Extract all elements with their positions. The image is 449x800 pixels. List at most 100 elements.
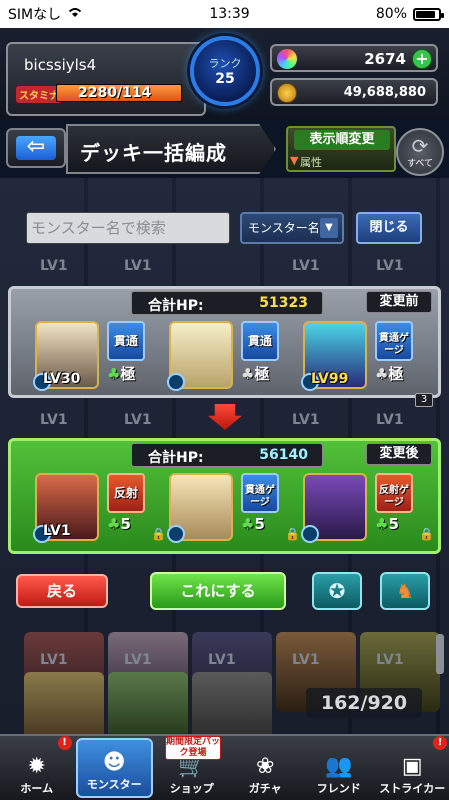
hp-value: 51323 (259, 295, 308, 311)
monster-icon: ☻ (102, 750, 126, 775)
lock-icon: 🔒 (419, 527, 434, 541)
sort-attribute-label: 属性 (300, 156, 322, 169)
deck-before-panel: 合計HP: 51323 変更前 LV30 貫通 ♣極 貫通 ♣極 LV99 貫通… (8, 286, 441, 407)
striker-icon: ▣ (401, 754, 423, 779)
deck-slot-after-1[interactable]: LV1 反射 ♣5 🔒 (33, 473, 167, 549)
ability-badge: 反射 (107, 473, 145, 513)
monster-level: LV1 (292, 652, 320, 668)
nav-label: ホーム (20, 782, 54, 795)
refresh-all-label: すべて (406, 158, 433, 169)
clover-icon: ♣ (375, 365, 389, 383)
refresh-all-button[interactable]: ⟳ すべて (396, 128, 444, 176)
gauge-icon (301, 525, 319, 543)
hp-label: 合計HP: (148, 450, 204, 466)
deck-slot-after-2[interactable]: 貫通ゲージ ♣5 🔒 (167, 473, 301, 549)
monster-level: LV1 (208, 652, 236, 668)
search-type-value: モンスター名 (248, 221, 320, 235)
ability-badge: 貫通ゲージ (375, 321, 413, 361)
player-header: bicssiyls4 スタミナ 2280/114 ランク 25 2674 + 4… (0, 28, 449, 120)
back-button[interactable]: 戻る (16, 574, 108, 608)
plus-value: ♣5 (241, 515, 265, 533)
nav-shop[interactable]: 期間限定パック登場 🛒 ショップ (155, 736, 229, 800)
medal-icon: ✪ (328, 579, 346, 603)
plus-value: ♣極 (241, 365, 270, 383)
lock-icon: 🔒 (151, 527, 166, 541)
clock: 13:39 (209, 6, 250, 22)
alert-badge: ! (433, 736, 447, 750)
player-name: bicssiyls4 (24, 56, 97, 74)
add-orbs-button[interactable]: + (412, 49, 432, 69)
monster-level: LV1 (376, 412, 404, 428)
plus-value: ♣5 (107, 515, 131, 533)
rank-label: ランク (208, 57, 242, 70)
search-type-select[interactable]: モンスター名 ▼ (240, 212, 344, 244)
gold-value: 49,688,880 (343, 85, 426, 100)
status-bar: SIMなし 13:39 80% (0, 0, 449, 28)
clover-icon: ♣ (241, 515, 255, 533)
scrollbar[interactable] (436, 634, 444, 674)
coin-icon (277, 83, 297, 103)
confirm-button[interactable]: これにする (150, 572, 286, 610)
dragon-icon-button[interactable]: ♞ (380, 572, 430, 610)
close-search-button[interactable]: 閉じる (356, 212, 422, 244)
orb-icon (277, 49, 297, 69)
state-before-tag: 変更前 (366, 291, 432, 313)
nav-friend[interactable]: 👥 フレンド (302, 736, 376, 800)
clover-icon: ♣ (375, 515, 389, 533)
monster-level: LV1 (292, 412, 320, 428)
monster-search-input[interactable] (26, 212, 230, 244)
clover-icon: ♣ (107, 365, 121, 383)
monster-level: LV1 (124, 412, 152, 428)
chevron-down-icon: ▼ (320, 218, 338, 238)
nav-gacha[interactable]: ❀ ガチャ (229, 736, 303, 800)
rank-value: 25 (215, 71, 235, 87)
ability-badge: 貫通 (241, 321, 279, 361)
rank-badge[interactable]: ランク 25 (190, 36, 260, 106)
inventory-count: 162/920 (306, 688, 422, 718)
clover-icon: ♣ (107, 515, 121, 533)
arrow-left-icon: ⇦ (16, 136, 56, 160)
clover-icon: ♣ (241, 365, 255, 383)
count-badge: 3 (415, 393, 433, 407)
deck-slot-before-1[interactable]: LV30 貫通 ♣極 (33, 321, 167, 397)
sort-order-button[interactable]: 表示順変更 ▼ 属性 (286, 126, 396, 172)
deck-after-panel: 合計HP: 56140 変更後 LV1 反射 ♣5 🔒 貫通ゲージ ♣5 🔒 反… (8, 438, 441, 554)
alert-badge: ! (57, 736, 72, 750)
battery-percent: 80% (375, 6, 407, 22)
monster-level: LV30 (43, 371, 81, 387)
gauge-icon (167, 373, 185, 391)
gold-counter: 49,688,880 (270, 78, 438, 106)
nav-label: フレンド (316, 782, 361, 795)
hp-value: 56140 (259, 447, 308, 463)
title-bar: ⇦ デッキ一括編成 表示順変更 ▼ 属性 ⟳ すべて (0, 120, 449, 178)
monster-level: LV1 (124, 258, 152, 274)
dragon-icon: ♞ (396, 579, 414, 603)
deck-slot-before-2[interactable]: 貫通 ♣極 (167, 321, 301, 397)
deck-slot-after-3[interactable]: 反射ゲージ ♣5 🔒 (301, 473, 435, 549)
deck-slot-before-3[interactable]: LV99 貫通ゲージ ♣極 3 (301, 321, 435, 407)
ability-badge: 貫通 (107, 321, 145, 361)
nav-label: ガチャ (248, 782, 282, 795)
monster-level: LV1 (40, 412, 68, 428)
lock-icon: 🔒 (285, 527, 300, 541)
medal-icon-button[interactable]: ✪ (312, 572, 362, 610)
player-info-box[interactable]: bicssiyls4 スタミナ 2280/114 (6, 42, 206, 116)
ability-badge: 反射ゲージ (375, 473, 413, 513)
bottom-nav: ! ✹ ホーム ☻ モンスター 期間限定パック登場 🛒 ショップ ❀ ガチャ 👥… (0, 734, 449, 800)
carrier-label: SIMなし (8, 7, 62, 23)
nav-striker[interactable]: ! ▣ ストライカー (376, 736, 449, 800)
gacha-icon: ❀ (256, 754, 275, 779)
ability-badge: 貫通ゲージ (241, 473, 279, 513)
back-arrow-button[interactable]: ⇦ (6, 128, 66, 168)
monster-level: LV1 (40, 652, 68, 668)
monster-level: LV1 (376, 652, 404, 668)
monster-level: LV1 (124, 652, 152, 668)
orb-counter: 2674 + (270, 44, 438, 72)
nav-monster[interactable]: ☻ モンスター (75, 738, 153, 798)
plus-value: ♣極 (375, 365, 404, 383)
page-title: デッキ一括編成 (80, 141, 227, 165)
nav-home[interactable]: ! ✹ ホーム (0, 736, 74, 800)
friend-icon: 👥 (325, 754, 353, 779)
nav-label: ストライカー (379, 782, 446, 795)
plus-value: ♣極 (107, 365, 136, 383)
